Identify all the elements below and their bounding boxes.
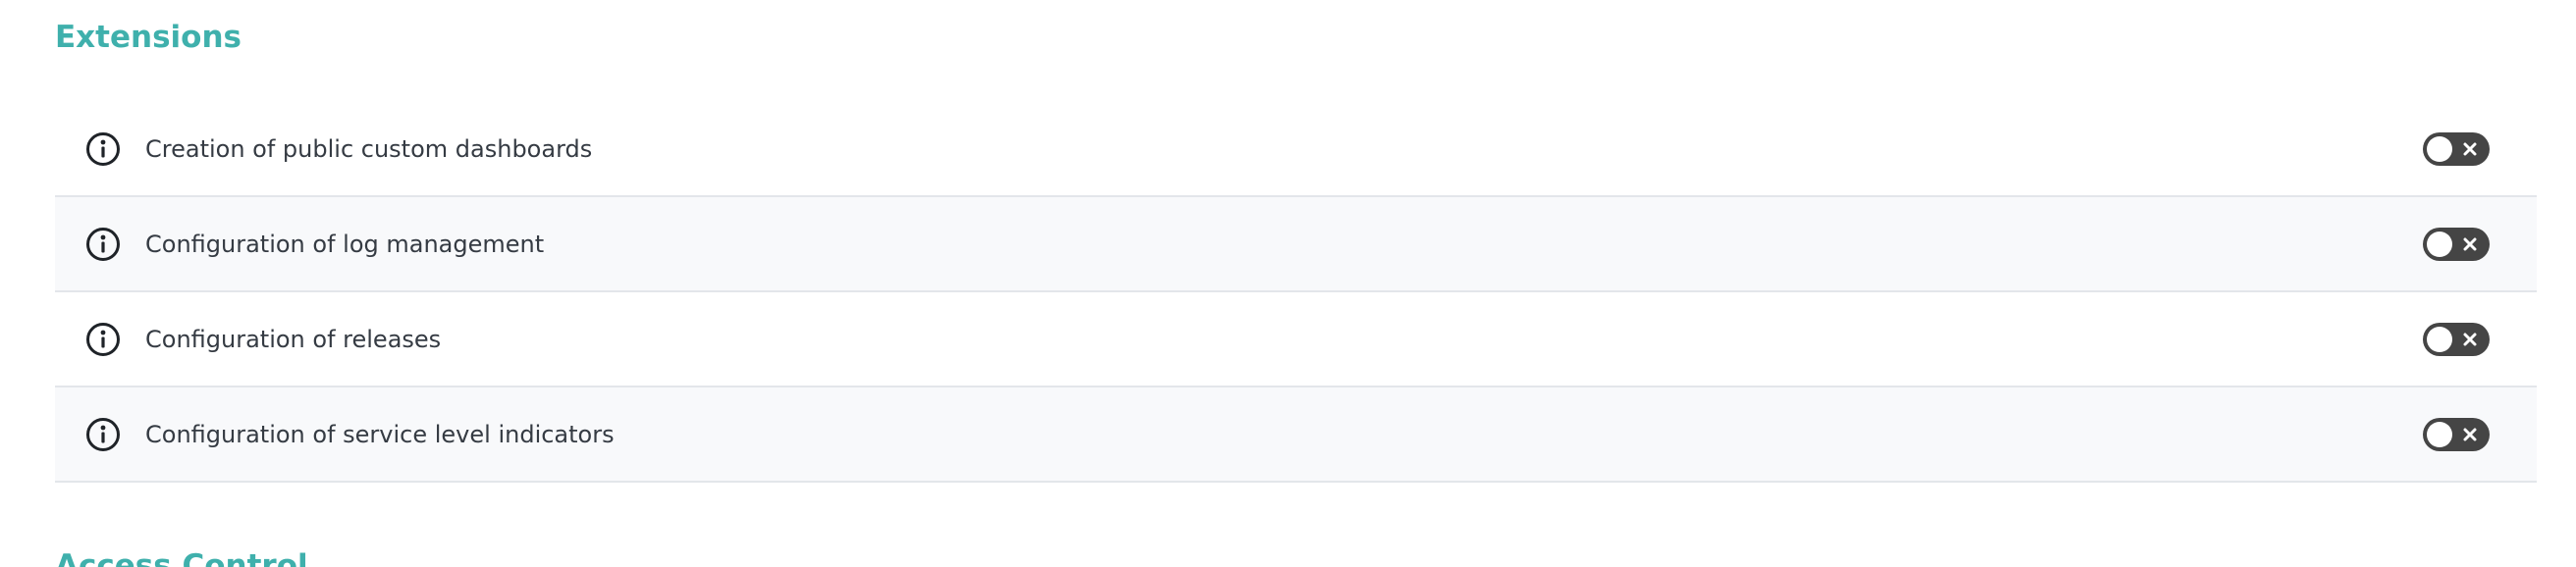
extensions-settings-list: Creation of public custom dashboards Con… xyxy=(55,102,2537,483)
toggle-service-level-indicators[interactable] xyxy=(2423,418,2490,451)
toggle-knob xyxy=(2427,136,2452,162)
info-icon[interactable] xyxy=(85,417,121,452)
info-icon[interactable] xyxy=(85,227,121,262)
section-heading-access-control: Access Control xyxy=(55,548,308,567)
close-x-icon xyxy=(2462,141,2478,157)
setting-row-public-dashboards: Creation of public custom dashboards xyxy=(55,102,2537,197)
info-icon[interactable] xyxy=(85,131,121,167)
toggle-knob xyxy=(2427,232,2452,257)
setting-label: Creation of public custom dashboards xyxy=(145,135,593,163)
close-x-icon xyxy=(2462,332,2478,347)
toggle-knob xyxy=(2427,422,2452,447)
toggle-log-management[interactable] xyxy=(2423,228,2490,261)
toggle-releases[interactable] xyxy=(2423,323,2490,356)
info-icon[interactable] xyxy=(85,322,121,357)
setting-row-log-management: Configuration of log management xyxy=(55,197,2537,292)
close-x-icon xyxy=(2462,427,2478,442)
settings-page: Extensions Creation of public custom das… xyxy=(0,0,2576,567)
setting-row-service-level-indicators: Configuration of service level indicator… xyxy=(55,387,2537,483)
toggle-knob xyxy=(2427,327,2452,352)
setting-label: Configuration of service level indicator… xyxy=(145,421,615,448)
section-heading-extensions: Extensions xyxy=(55,20,242,55)
setting-row-releases: Configuration of releases xyxy=(55,292,2537,387)
setting-label: Configuration of log management xyxy=(145,231,545,258)
close-x-icon xyxy=(2462,236,2478,252)
setting-label: Configuration of releases xyxy=(145,326,442,353)
toggle-public-dashboards[interactable] xyxy=(2423,132,2490,166)
